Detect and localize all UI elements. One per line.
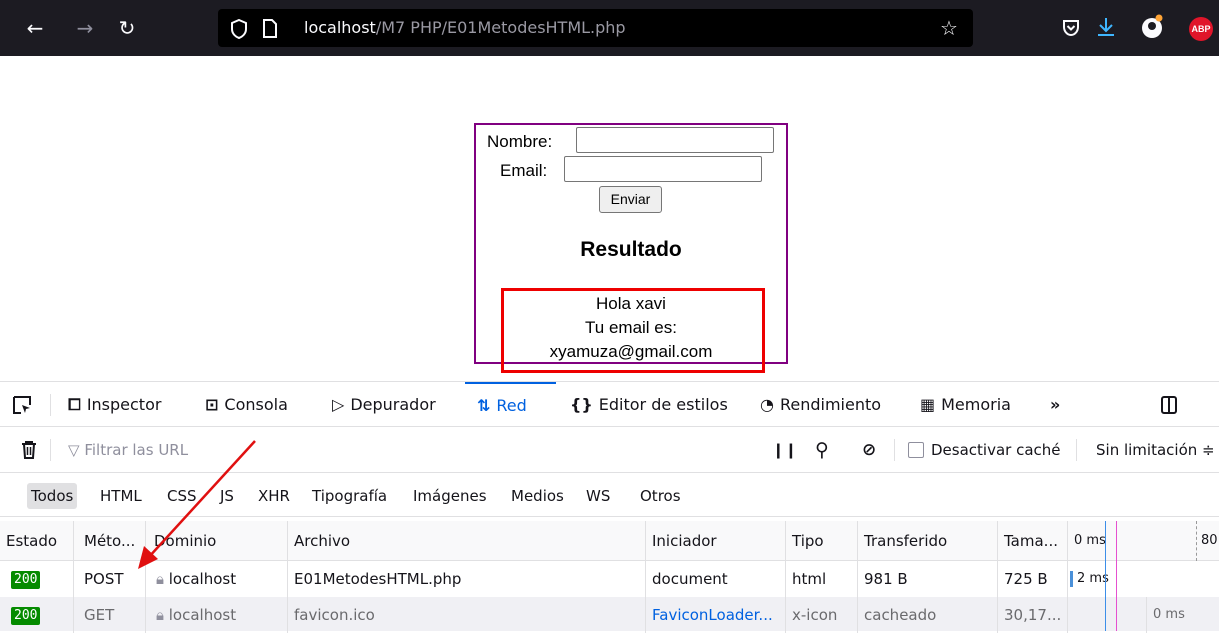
search-icon[interactable]: ⚲ [815, 427, 829, 473]
type-cell: html [786, 561, 858, 597]
column-header-tamano[interactable]: Tama... [998, 521, 1068, 561]
more-tabs-chevron-icon[interactable]: » [1050, 382, 1060, 428]
initiator-cell: document [646, 561, 786, 597]
type-cell: x-icon [786, 597, 858, 633]
style-editor-icon: {} [570, 395, 593, 414]
account-icon[interactable] [1140, 14, 1164, 40]
shield-icon[interactable] [230, 19, 248, 39]
address-bar[interactable]: localhost/M7 PHP/E01MetodesHTML.php ☆ [218, 9, 973, 47]
status-cell: 200 [0, 597, 74, 633]
throttle-select[interactable]: Sin limitación ≑ [1096, 427, 1215, 473]
status-cell: 200 [0, 561, 74, 597]
result-line: Hola xavi [596, 294, 666, 313]
forward-arrow-icon[interactable]: → [70, 0, 100, 56]
column-header-estado[interactable]: Estado [0, 521, 74, 561]
tab-label: Consola [224, 395, 288, 414]
devtools-tab-bar: ⧠ Inspector ⊡ Consola ▷ Depurador ⇅ Red {} Ed… [0, 381, 1219, 427]
table-row[interactable]: 200 GET 🔒︎ localhost favicon.ico Favicon… [0, 597, 1219, 633]
column-header-iniciador[interactable]: Iniciador [646, 521, 786, 561]
tab-label: Memoria [941, 395, 1011, 414]
debugger-icon: ▷ [332, 395, 345, 414]
divider [50, 439, 51, 461]
dom-content-loaded-marker [1105, 521, 1106, 631]
size-cell: 725 B [998, 561, 1068, 597]
status-badge: 200 [11, 570, 41, 589]
nombre-input[interactable] [576, 127, 774, 153]
type-filter-ws[interactable]: WS [586, 473, 610, 519]
domain-text: localhost [168, 606, 237, 624]
result-line: Tu email es: [585, 318, 677, 337]
memory-icon: ▦ [920, 395, 936, 414]
trash-icon[interactable] [20, 440, 38, 460]
domain-cell: 🔒︎ localhost [146, 597, 288, 633]
file-cell: favicon.ico [288, 597, 646, 633]
transferred-cell: cacheado [858, 597, 998, 633]
tab-label: Editor de estilos [598, 395, 728, 414]
star-icon[interactable]: ☆ [934, 9, 964, 47]
type-filter-imagenes[interactable]: Imágenes [413, 473, 487, 519]
block-icon[interactable]: ⊘ [862, 427, 876, 473]
filter-icon: ▽ [68, 441, 80, 459]
console-icon: ⊡ [205, 395, 219, 414]
element-picker-icon[interactable] [12, 395, 32, 415]
column-header-archivo[interactable]: Archivo [288, 521, 646, 561]
dock-icon[interactable] [1160, 395, 1180, 415]
tab-rendimiento[interactable]: ◔ Rendimiento [760, 382, 881, 428]
reload-icon[interactable]: ↻ [112, 0, 142, 56]
email-input[interactable] [564, 156, 762, 182]
method-cell: GET [74, 597, 146, 633]
type-filter-tipografia[interactable]: Tipografía [312, 473, 387, 519]
browser-toolbar: ← → ↻ localhost/M7 PHP/E01MetodesHTML.ph… [0, 0, 1219, 56]
nombre-label: Nombre: [487, 132, 553, 151]
divider [50, 394, 51, 416]
column-header-transferido[interactable]: Transferido [858, 521, 998, 561]
status-badge: 200 [11, 606, 41, 625]
network-icon: ⇅ [477, 396, 491, 415]
download-icon[interactable] [1095, 16, 1117, 38]
tab-inspector[interactable]: ⧠ Inspector [68, 382, 161, 428]
enviar-button[interactable]: Enviar [599, 186, 662, 213]
type-filter-medios[interactable]: Medios [511, 473, 564, 519]
tab-depurador[interactable]: ▷ Depurador [332, 382, 436, 428]
pocket-icon[interactable] [1061, 18, 1081, 38]
divider [894, 439, 895, 461]
tab-red[interactable]: ⇅ Red [465, 382, 556, 428]
result-heading: Resultado [580, 238, 682, 261]
type-filter-todos[interactable]: Todos [27, 483, 78, 509]
timeline-tick-label: 80 [1196, 521, 1218, 561]
type-filter-otros[interactable]: Otros [640, 473, 681, 519]
load-marker [1116, 521, 1117, 631]
divider [1076, 439, 1077, 461]
performance-icon: ◔ [760, 395, 774, 414]
size-cell: 30,17... [998, 597, 1068, 633]
type-filter-xhr[interactable]: XHR [258, 473, 290, 519]
file-cell: E01MetodesHTML.php [288, 561, 646, 597]
url-text[interactable]: localhost/M7 PHP/E01MetodesHTML.php [304, 9, 626, 47]
page-icon [263, 19, 277, 38]
timing-cell: 0 ms [1146, 597, 1196, 633]
pause-icon[interactable]: ❙❙ [772, 427, 797, 473]
transferred-cell: 981 B [858, 561, 998, 597]
result-line: xyamuza@gmail.com [549, 342, 713, 361]
url-host: localhost [304, 18, 376, 37]
disable-cache-checkbox[interactable] [908, 442, 924, 458]
annotation-arrow [138, 440, 256, 569]
tab-memoria[interactable]: ▦ Memoria [920, 382, 1011, 428]
tab-label: Inspector [86, 395, 162, 414]
tab-consola[interactable]: ⊡ Consola [205, 382, 288, 428]
url-path: /M7 PHP/E01MetodesHTML.php [375, 18, 626, 37]
adblock-icon[interactable]: ABP [1189, 17, 1213, 41]
column-header-tipo[interactable]: Tipo [786, 521, 858, 561]
initiator-link[interactable]: FaviconLoader... [646, 597, 786, 633]
lock-icon: 🔒︎ [156, 606, 164, 624]
back-arrow-icon[interactable]: ← [20, 0, 50, 56]
disable-cache-label: Desactivar caché [931, 441, 1061, 459]
tab-editor-estilos[interactable]: {} Editor de estilos [570, 382, 728, 428]
tab-label: Red [496, 396, 527, 415]
inspector-icon: ⧠ [68, 395, 81, 414]
email-label: Email: [500, 161, 548, 180]
tab-label: Depurador [350, 395, 436, 414]
tab-label: Rendimiento [779, 395, 882, 414]
